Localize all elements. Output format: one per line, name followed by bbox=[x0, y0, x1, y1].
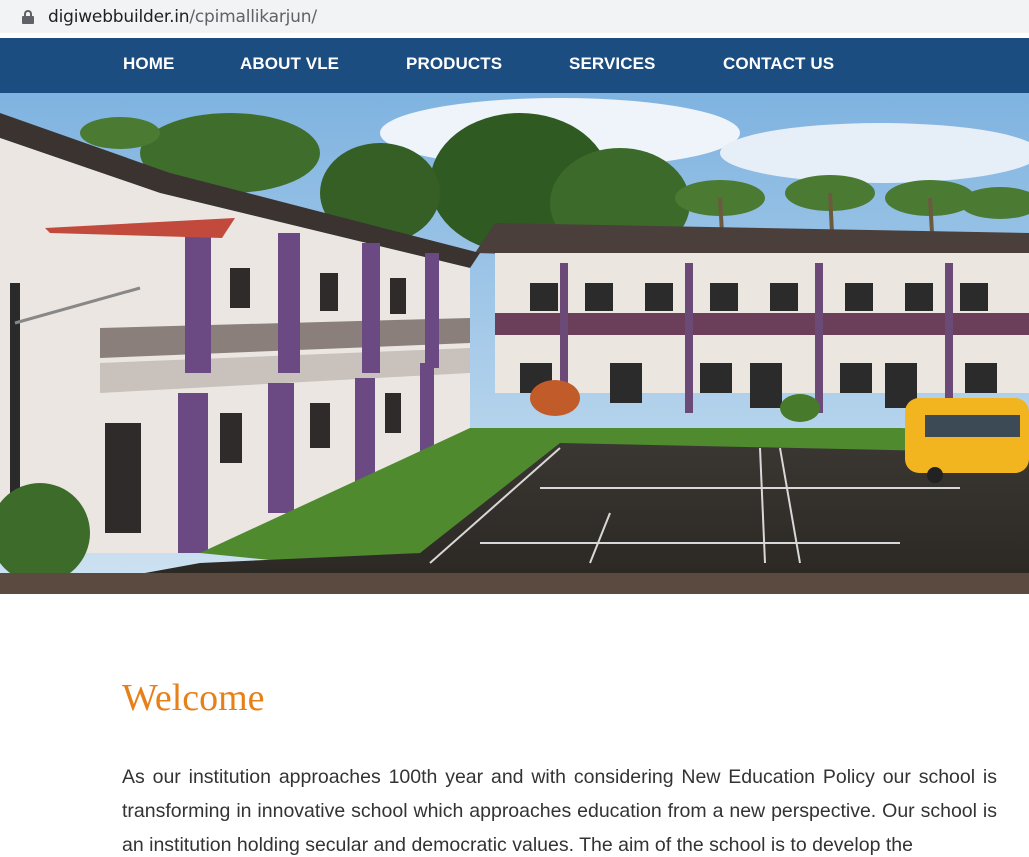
url-domain: digiwebbuilder.in bbox=[48, 6, 190, 27]
hero-carousel[interactable] bbox=[0, 93, 1029, 594]
welcome-paragraph: As our institution approaches 100th year… bbox=[122, 766, 997, 856]
lock-icon[interactable] bbox=[22, 9, 34, 24]
nav-item-products[interactable]: PRODUCTS bbox=[406, 38, 502, 93]
nav-item-home[interactable]: HOME bbox=[123, 38, 174, 93]
nav-item-about-vle[interactable]: ABOUT VLE bbox=[240, 38, 339, 93]
nav-item-services[interactable]: SERVICES bbox=[569, 38, 655, 93]
welcome-heading: Welcome bbox=[122, 677, 265, 719]
hero-image bbox=[0, 93, 1029, 594]
main-nav: HOME ABOUT VLE PRODUCTS SERVICES CONTACT… bbox=[0, 38, 1029, 93]
url-text[interactable]: digiwebbuilder.in/cpimallikarjun/ bbox=[48, 7, 317, 27]
address-bar[interactable]: digiwebbuilder.in/cpimallikarjun/ bbox=[0, 0, 1029, 33]
url-path: /cpimallikarjun/ bbox=[189, 6, 317, 27]
nav-item-contact-us[interactable]: CONTACT US bbox=[723, 38, 834, 93]
